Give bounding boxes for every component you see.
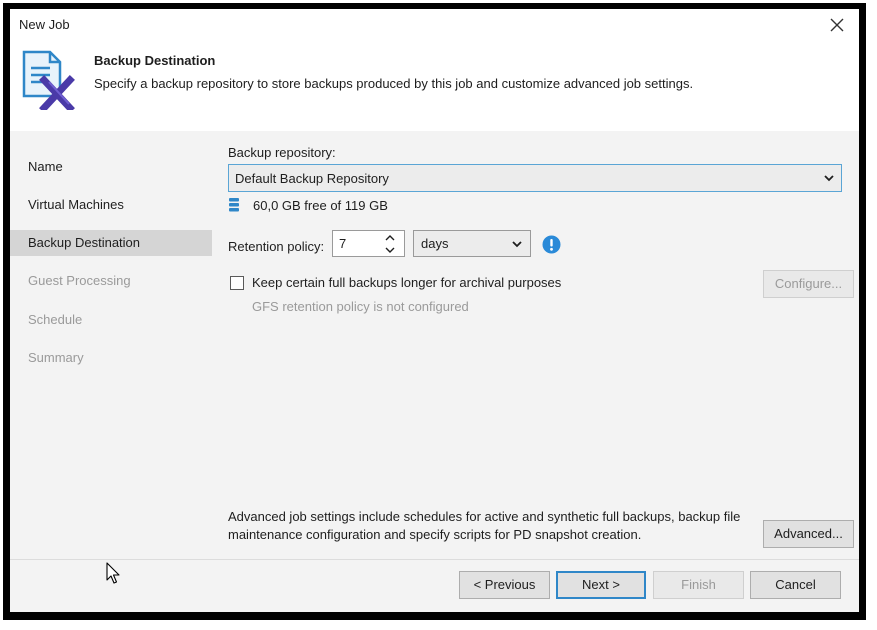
retention-unit-dropdown[interactable]: days	[413, 230, 531, 257]
advanced-button[interactable]: Advanced...	[763, 520, 854, 548]
database-icon	[229, 198, 239, 212]
window-title: New Job	[19, 17, 70, 32]
free-space-text: 60,0 GB free of 119 GB	[253, 198, 388, 213]
page-title: Backup Destination	[94, 53, 216, 68]
backup-job-icon	[20, 48, 78, 113]
repository-label: Backup repository:	[228, 145, 336, 160]
cancel-button[interactable]: Cancel	[750, 571, 841, 599]
gfs-status-note: GFS retention policy is not configured	[252, 299, 469, 314]
wizard-header: Backup Destination Specify a backup repo…	[10, 39, 859, 131]
retention-value: 7	[339, 236, 347, 251]
page-description: Specify a backup repository to store bac…	[94, 76, 694, 91]
archival-checkbox[interactable]	[230, 276, 244, 290]
info-icon[interactable]	[542, 235, 561, 254]
previous-button[interactable]: < Previous	[459, 571, 550, 599]
step-backup-destination[interactable]: Backup Destination	[10, 230, 212, 256]
step-guest-processing: Guest Processing	[28, 273, 131, 288]
mouse-pointer-icon	[106, 562, 120, 584]
next-button[interactable]: Next >	[556, 571, 646, 599]
step-summary: Summary	[28, 350, 84, 365]
step-virtual-machines[interactable]: Virtual Machines	[10, 192, 212, 218]
stepper-arrows-icon[interactable]	[384, 233, 396, 255]
chevron-down-icon	[512, 241, 522, 248]
step-schedule: Schedule	[28, 312, 83, 327]
finish-button: Finish	[653, 571, 744, 599]
backup-destination-panel: Backup repository: Default Backup Reposi…	[212, 131, 859, 559]
wizard-steps-sidebar: Name Virtual Machines Backup Destination…	[10, 131, 212, 559]
chevron-down-icon	[824, 175, 834, 182]
retention-unit-value: days	[421, 236, 449, 251]
close-icon	[830, 18, 844, 32]
new-job-dialog: New Job Backup Destination Specify a bac…	[10, 9, 859, 612]
repository-selected-value: Default Backup Repository	[235, 171, 389, 186]
repository-dropdown[interactable]: Default Backup Repository	[228, 164, 842, 192]
close-button[interactable]	[825, 14, 849, 36]
retention-stepper[interactable]: 7	[332, 230, 405, 257]
step-name[interactable]: Name	[10, 154, 212, 180]
wizard-footer: < Previous Next > Finish Cancel	[10, 559, 859, 612]
configure-button: Configure...	[763, 270, 854, 298]
retention-label: Retention policy:	[228, 239, 325, 254]
archival-checkbox-label[interactable]: Keep certain full backups longer for arc…	[252, 275, 561, 290]
title-bar: New Job	[10, 9, 859, 39]
advanced-settings-description: Advanced job settings include schedules …	[228, 509, 741, 542]
